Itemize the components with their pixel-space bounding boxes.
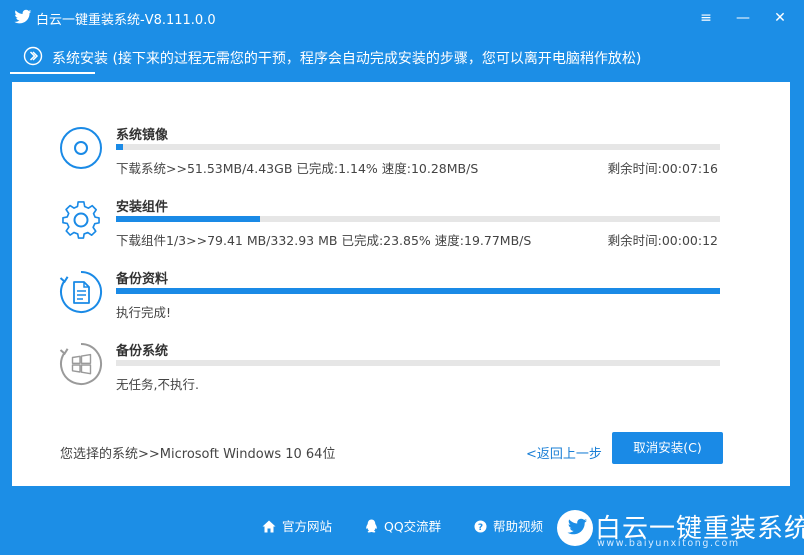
cancel-install-button[interactable]: 取消安装(C) (612, 432, 723, 464)
footer-link-help-video[interactable]: ? 帮助视频 (474, 516, 543, 535)
home-icon (262, 520, 276, 533)
footer-link-website[interactable]: 官方网站 (262, 516, 332, 535)
progress-track (116, 360, 720, 366)
footer-link-qq[interactable]: QQ交流群 (365, 516, 441, 535)
progress-fill (116, 288, 720, 294)
windows-icon (59, 343, 102, 385)
task-title: 系统镜像 (116, 128, 169, 143)
footer-link-label: 帮助视频 (493, 519, 544, 534)
install-panel: 系统镜像 下载系统>>51.53MB/4.43GB 已完成:1.14% 速度:1… (12, 82, 790, 486)
close-button[interactable]: ✕ (768, 6, 792, 30)
window-title: 白云一键重装系统-V8.111.0.0 (36, 13, 216, 28)
back-link[interactable]: <返回上一步 (526, 443, 602, 462)
svg-text:?: ? (478, 523, 483, 533)
document-icon (59, 271, 102, 313)
gear-icon (62, 201, 100, 239)
qq-penguin-icon (366, 519, 377, 533)
task-remaining-time: 剩余时间:00:07:16 (607, 161, 718, 176)
progress-track (116, 144, 720, 150)
task-status: 下载组件1/3>>79.41 MB/332.93 MB 已完成:23.85% 速… (116, 233, 532, 248)
task-status: 无任务,不执行. (116, 377, 199, 392)
menu-button[interactable]: ≡ (694, 6, 718, 30)
task-title: 安装组件 (116, 200, 169, 215)
brand-url: www.baiyunxitong.com (597, 538, 740, 549)
progress-fill (116, 144, 123, 150)
bird-logo-icon (14, 9, 32, 24)
help-icon: ? (474, 520, 487, 533)
step-title: 系统安装 (接下来的过程无需您的干预，程序会自动完成安装的步骤，您可以离开电脑稍… (52, 51, 642, 67)
step-underline (10, 72, 95, 74)
task-title: 备份资料 (116, 272, 169, 287)
disc-icon (60, 127, 102, 169)
task-remaining-time: 剩余时间:00:00:12 (607, 233, 718, 248)
footer-link-label: 官方网站 (282, 519, 333, 534)
progress-fill (116, 216, 261, 222)
task-status: 下载系统>>51.53MB/4.43GB 已完成:1.14% 速度:10.28M… (116, 161, 479, 176)
progress-track (116, 216, 720, 222)
task-title: 备份系统 (116, 344, 169, 359)
title-bar: 白云一键重装系统-V8.111.0.0 ≡ — ✕ (0, 0, 804, 36)
minimize-button[interactable]: — (731, 6, 755, 30)
task-status: 执行完成! (116, 305, 172, 320)
bird-logo-icon (557, 510, 593, 546)
chevron-right-circle-icon (23, 46, 43, 66)
selected-system-label: 您选择的系统>>Microsoft Windows 10 64位 (60, 447, 336, 462)
footer-link-label: QQ交流群 (384, 519, 442, 534)
progress-track (116, 288, 720, 294)
brand-watermark: 白云一键重装系统 www.baiyunxitong.com (555, 502, 804, 555)
